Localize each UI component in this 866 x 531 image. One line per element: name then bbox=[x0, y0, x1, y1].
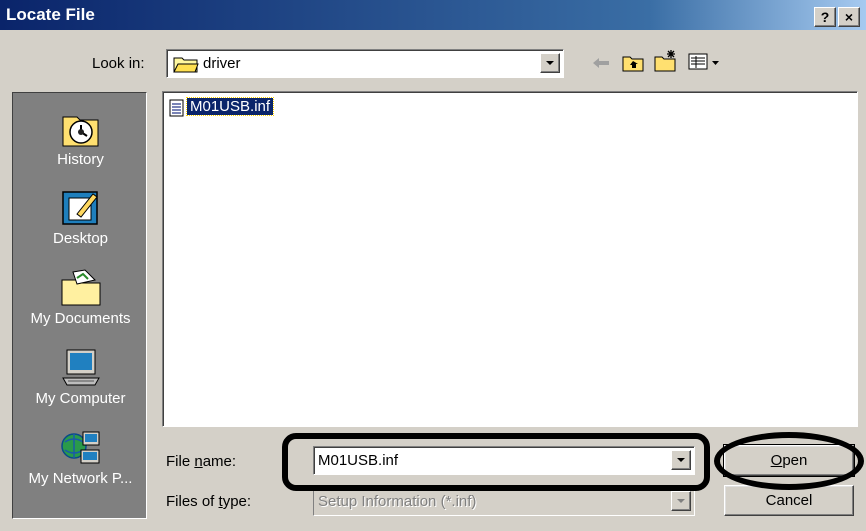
place-my-documents-label: My Documents bbox=[30, 310, 131, 327]
close-button[interactable]: × bbox=[838, 7, 860, 27]
file-name-dropdown-arrow[interactable] bbox=[671, 450, 691, 470]
history-icon bbox=[62, 116, 98, 147]
files-of-type-value: Setup Information (*.inf) bbox=[318, 493, 477, 510]
place-history-label: History bbox=[57, 151, 104, 168]
cancel-button-label: Cancel bbox=[765, 492, 813, 509]
create-new-folder-icon[interactable] bbox=[654, 49, 678, 73]
place-my-computer-label: My Computer bbox=[35, 390, 126, 407]
my-network-places-icon bbox=[60, 431, 99, 464]
my-computer-icon bbox=[61, 349, 100, 386]
place-history[interactable]: History bbox=[13, 109, 148, 168]
title-bar: Locate File ? × bbox=[0, 0, 866, 30]
look-in-select[interactable]: driver bbox=[166, 49, 564, 78]
open-button[interactable]: Open bbox=[723, 444, 855, 477]
file-name-value: M01USB.inf bbox=[318, 452, 399, 469]
open-button-label: Open bbox=[770, 452, 808, 469]
look-in-dropdown-arrow[interactable] bbox=[540, 53, 560, 73]
files-of-type-dropdown-arrow bbox=[671, 491, 691, 511]
folder-open-icon bbox=[173, 57, 199, 73]
file-list[interactable]: M01USB.inf bbox=[162, 91, 858, 427]
my-documents-icon bbox=[61, 269, 100, 306]
file-name[interactable]: M01USB.inf bbox=[185, 97, 275, 116]
window-title: Locate File bbox=[6, 5, 95, 24]
files-of-type-select[interactable]: Setup Information (*.inf) bbox=[313, 487, 695, 516]
files-of-type-label-text: Files of type: bbox=[166, 493, 252, 510]
view-menu-icon[interactable] bbox=[688, 52, 722, 72]
up-one-level-icon[interactable] bbox=[622, 51, 644, 73]
look-in-label-text: Look in: bbox=[92, 55, 145, 72]
file-name-label-text: File name: bbox=[166, 453, 237, 470]
place-my-documents[interactable]: My Documents bbox=[13, 268, 148, 327]
place-my-computer[interactable]: My Computer bbox=[13, 348, 148, 407]
help-button[interactable]: ? bbox=[814, 7, 836, 27]
place-my-network-places[interactable]: My Network P... bbox=[13, 428, 148, 487]
look-in-label: Look in: bbox=[92, 55, 145, 72]
back-icon[interactable] bbox=[590, 53, 612, 73]
files-of-type-label: Files of type: bbox=[166, 493, 251, 510]
file-name-label: File name: bbox=[166, 453, 236, 470]
look-in-value: driver bbox=[203, 55, 241, 72]
place-desktop[interactable]: Desktop bbox=[13, 188, 148, 247]
places-bar: History Desktop My Documents My Computer bbox=[12, 92, 147, 519]
place-desktop-label: Desktop bbox=[52, 230, 109, 247]
desktop-icon bbox=[61, 191, 98, 225]
place-my-network-places-label: My Network P... bbox=[28, 470, 133, 487]
file-name-input[interactable]: M01USB.inf bbox=[313, 446, 695, 475]
cancel-button[interactable]: Cancel bbox=[724, 485, 854, 516]
inf-file-icon bbox=[169, 99, 184, 117]
